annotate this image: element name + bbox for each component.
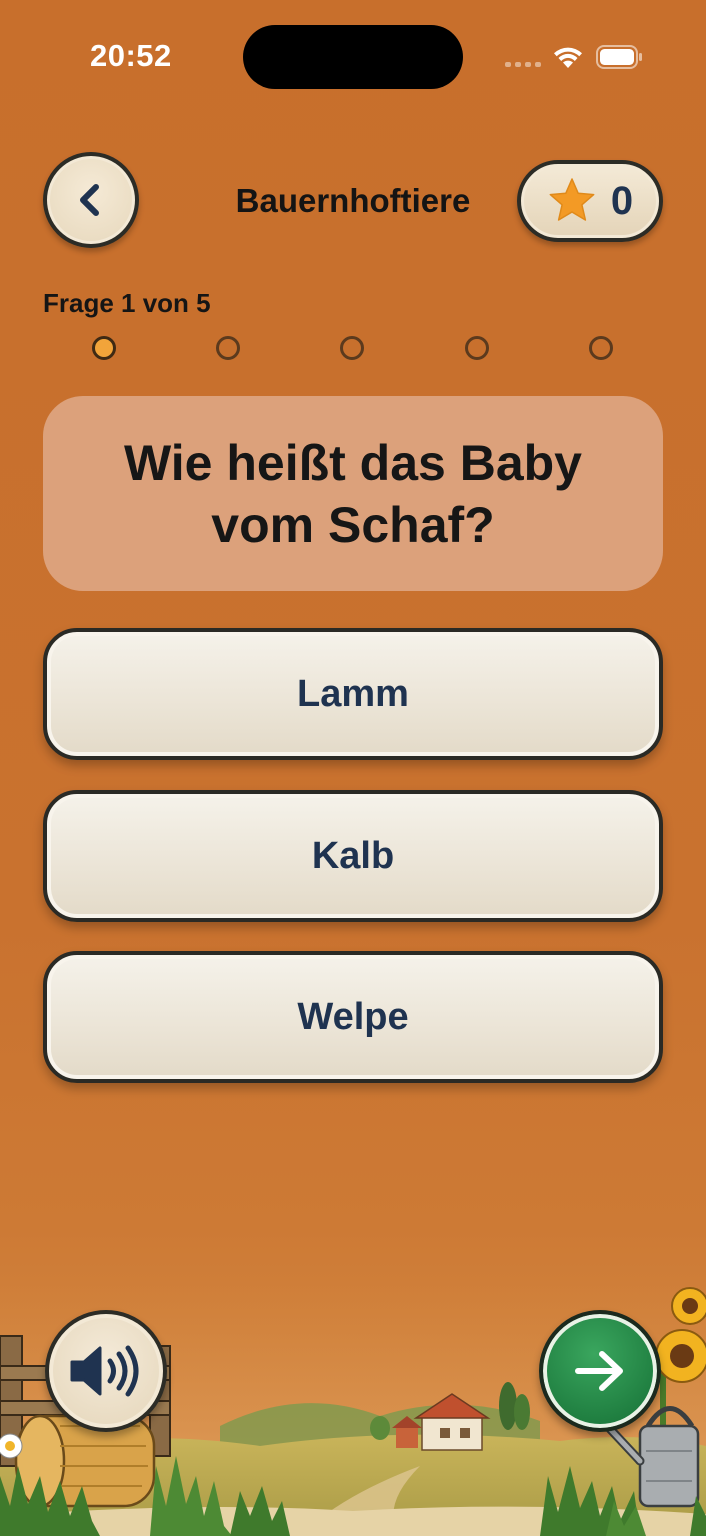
progress-dot-5 bbox=[589, 336, 613, 360]
answer-label: Lamm bbox=[297, 672, 409, 715]
next-button[interactable] bbox=[539, 1310, 661, 1432]
question-text: Wie heißt das Baby vom Schaf? bbox=[124, 434, 582, 553]
quiz-screen: 20:52 Bauernhoftiere 0 Frage 1 von 5 Wie… bbox=[0, 0, 706, 1536]
score-value: 0 bbox=[610, 178, 634, 223]
dynamic-island bbox=[243, 25, 463, 89]
progress-label: Frage 1 von 5 bbox=[43, 288, 211, 318]
answer-button-1[interactable]: Lamm bbox=[43, 628, 663, 760]
daisy-flower bbox=[0, 1433, 23, 1459]
speaker-icon bbox=[70, 1345, 139, 1397]
answer-label: Welpe bbox=[297, 995, 409, 1038]
answer-button-3[interactable]: Welpe bbox=[43, 951, 663, 1083]
progress-dot-4 bbox=[465, 336, 489, 360]
progress-dot-2 bbox=[216, 336, 240, 360]
battery-icon bbox=[596, 45, 642, 69]
progress-dot-3 bbox=[340, 336, 364, 360]
cellular-signal-icon bbox=[505, 62, 541, 67]
answer-button-2[interactable]: Kalb bbox=[43, 790, 663, 922]
sound-button[interactable] bbox=[45, 1310, 167, 1432]
answer-label: Kalb bbox=[311, 834, 395, 877]
wifi-icon bbox=[554, 47, 582, 68]
star-icon bbox=[549, 178, 595, 221]
score-badge: 0 bbox=[517, 160, 663, 242]
arrow-right-icon bbox=[575, 1351, 623, 1391]
progress-dot-1 bbox=[92, 336, 116, 360]
status-time: 20:52 bbox=[90, 38, 172, 73]
question-card: Wie heißt das Baby vom Schaf? bbox=[43, 396, 663, 591]
